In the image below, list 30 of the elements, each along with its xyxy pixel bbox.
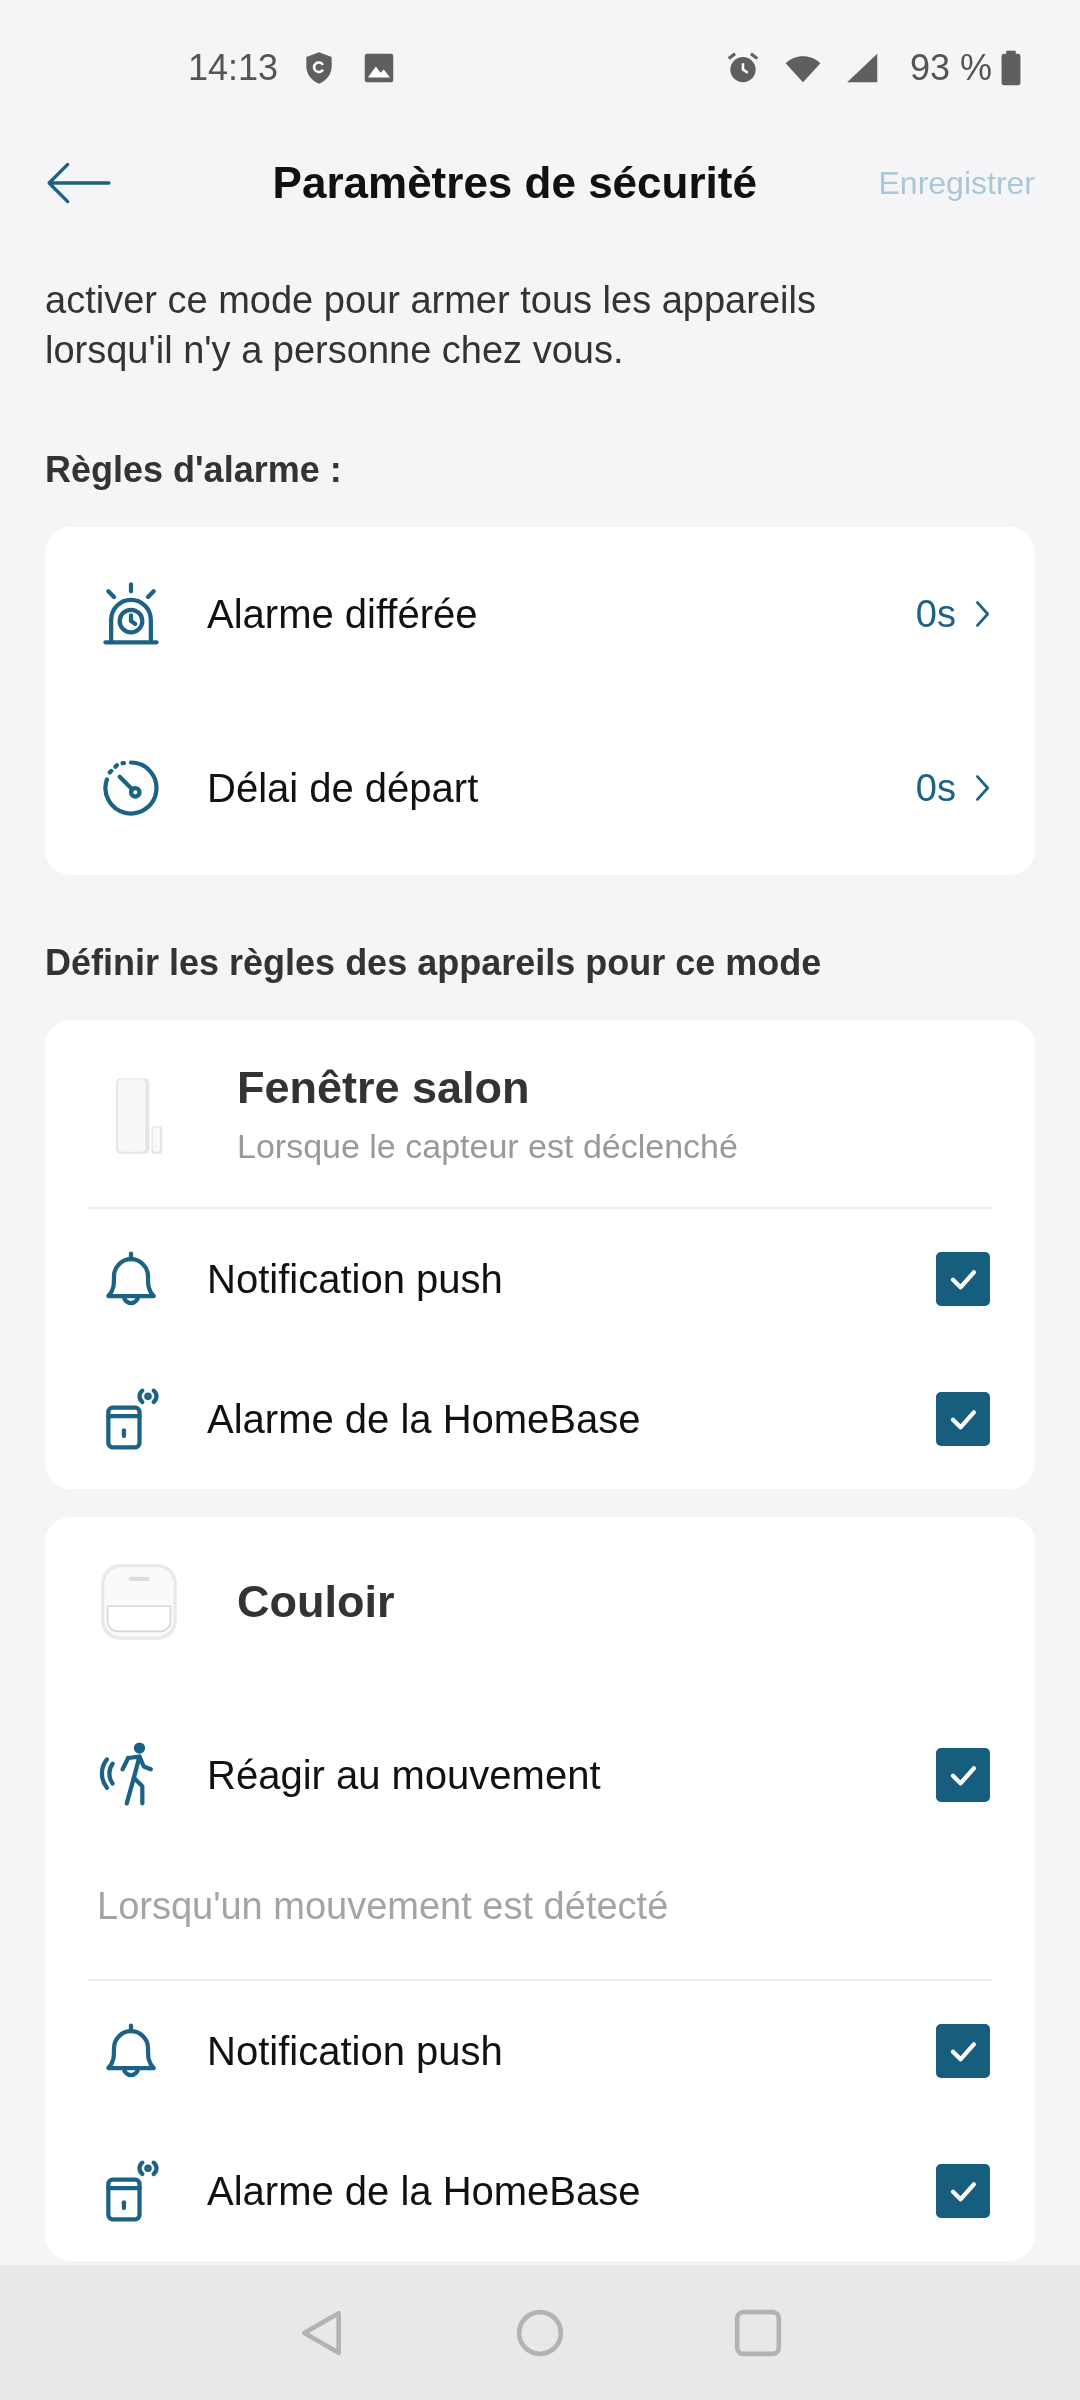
device-name: Couloir [237,1575,395,1629]
trigger-text: Lorsque le capteur est déclenché [237,1126,738,1167]
checkbox[interactable] [936,1748,990,1802]
page-title: Paramètres de sécurité [271,158,758,208]
device-name: Fenêtre salon [237,1061,531,1115]
setting-row[interactable]: Alarme différée 0s [45,527,1035,701]
battery-percent: 93 % [909,46,992,89]
section-heading: Définir les règles des appareils pour ce mode [45,941,823,985]
checkbox[interactable] [936,2024,990,2078]
setting-label: Alarme différée [207,591,479,637]
rule-label: Réagir au mouvement [207,1752,602,1798]
trigger-text: Lorsqu'un mouvement est détecté [96,1884,670,1929]
rule-label: Notification push [207,2028,504,2074]
chevron-right-icon [974,600,990,628]
battery-icon [1000,48,1022,87]
rule-label: Alarme de la HomeBase [207,2168,642,2214]
chevron-right-icon [974,774,990,802]
clock-time: 14:13 [188,46,279,89]
checkbox[interactable] [936,1252,990,1306]
section-heading: Règles d'alarme : [45,448,343,492]
rule-label: Alarme de la HomeBase [207,1396,642,1442]
setting-value: 0s [915,592,956,636]
setting-value: 0s [915,766,956,810]
setting-row[interactable]: Délai de départ 0s [45,701,1035,875]
rule-label: Notification push [207,1256,504,1302]
checkbox[interactable] [936,2164,990,2218]
description-text: activer ce mode pour armer tous les appareils lorsqu'il n'y a personne chez vous. [45,278,817,373]
checkbox[interactable] [936,1392,990,1446]
back-arrow-icon[interactable] [45,162,111,204]
setting-label: Délai de départ [207,765,480,811]
